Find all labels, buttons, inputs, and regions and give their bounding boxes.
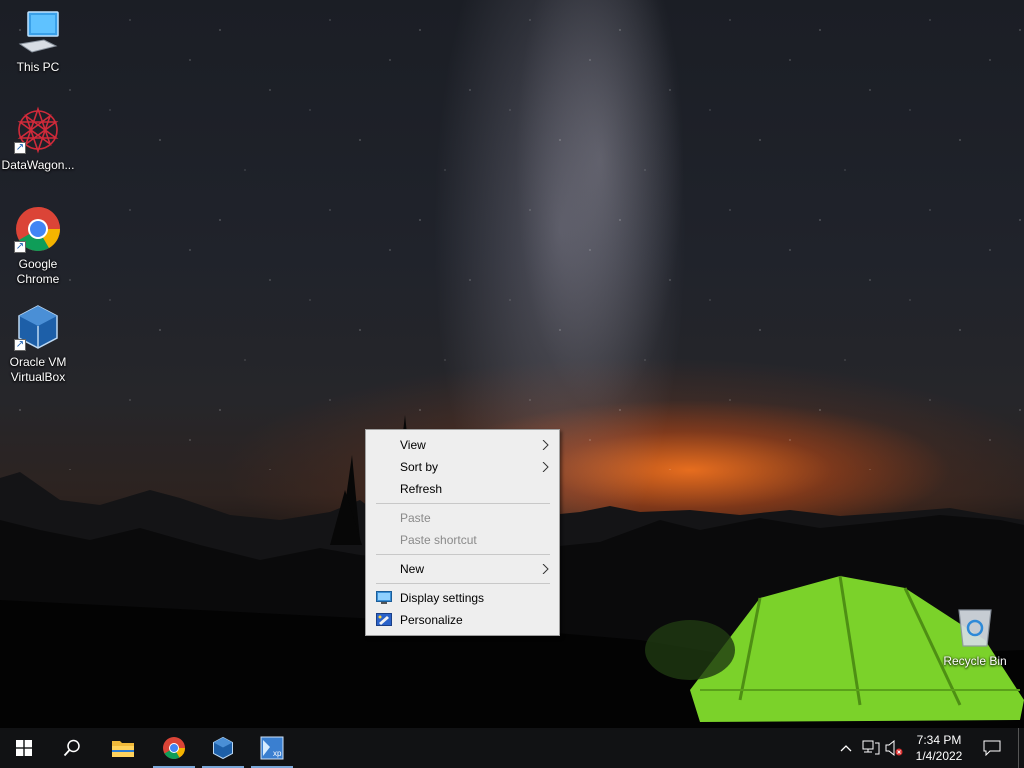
desktop-icon-label: Recycle Bin (943, 654, 1007, 668)
shortcut-arrow-icon: ↗ (14, 142, 26, 154)
virtualbox-icon: ↗ (14, 303, 62, 351)
desktop-icon-oracle-vm-virtualbox[interactable]: ↗ Oracle VM VirtualBox (0, 303, 76, 385)
chrome-icon (163, 737, 185, 759)
desktop-context-menu: View Sort by Refresh Paste Paste shortcu… (365, 429, 560, 636)
taskbar-clock[interactable]: 7:34 PM 1/4/2022 (905, 732, 973, 764)
desktop-icon-label: Google Chrome (16, 257, 60, 286)
xp-vm-icon: xp (260, 736, 284, 760)
show-desktop-button[interactable] (1018, 728, 1024, 768)
menu-separator (376, 583, 550, 584)
recycle-bin-icon (951, 602, 999, 650)
chevron-right-icon (542, 564, 549, 574)
menu-item-label: Display settings (400, 591, 485, 605)
desktop-icon-datawagon[interactable]: ↗ DataWagon... (0, 106, 76, 173)
taskbar-app-google-chrome[interactable] (151, 728, 197, 768)
taskbar-app-file-explorer[interactable] (100, 728, 146, 768)
svg-text:xp: xp (273, 749, 282, 758)
menu-item-label: New (400, 562, 425, 576)
clock-date: 1/4/2022 (915, 749, 963, 763)
chevron-up-icon (840, 745, 852, 752)
chevron-right-icon (542, 462, 549, 472)
taskbar-app-virtualbox[interactable] (200, 728, 246, 768)
menu-separator (376, 503, 550, 504)
menu-item-paste: Paste (366, 507, 559, 529)
display-icon (376, 591, 392, 604)
chevron-right-icon (542, 440, 549, 450)
menu-separator (376, 554, 550, 555)
chrome-icon: ↗ (14, 205, 62, 253)
desktop-icon-this-pc[interactable]: This PC (0, 8, 76, 75)
search-button[interactable] (48, 728, 96, 768)
virtualbox-icon (213, 736, 233, 760)
taskbar-app-xp-vm[interactable]: xp (249, 728, 295, 768)
taskbar: xp 7:34 PM 1/4/2022 (0, 728, 1024, 768)
desktop-icon-google-chrome[interactable]: ↗ Google Chrome (0, 205, 76, 287)
windows-logo-icon (16, 740, 32, 756)
shortcut-arrow-icon: ↗ (14, 339, 26, 351)
personalize-icon (376, 613, 392, 626)
clock-time: 7:34 PM (916, 733, 962, 747)
folder-icon (112, 741, 134, 757)
search-icon (63, 739, 80, 757)
computer-icon (14, 8, 62, 56)
menu-item-label: Sort by (400, 460, 439, 474)
menu-item-label: Personalize (400, 613, 463, 627)
action-center-button[interactable] (975, 728, 1009, 768)
menu-item-view[interactable]: View (366, 434, 559, 456)
desktop-icon-recycle-bin[interactable]: Recycle Bin (937, 602, 1013, 669)
menu-item-refresh[interactable]: Refresh (366, 478, 559, 500)
network-status-button[interactable] (859, 728, 883, 768)
menu-item-label: Paste shortcut (400, 533, 477, 547)
menu-item-label: Refresh (400, 482, 443, 496)
notification-icon (983, 740, 1001, 756)
volume-button[interactable] (883, 728, 905, 768)
shortcut-arrow-icon: ↗ (14, 241, 26, 253)
desktop-icon-label: DataWagon... (1, 158, 75, 172)
menu-item-label: View (400, 438, 426, 452)
menu-item-new[interactable]: New (366, 558, 559, 580)
start-button[interactable] (0, 728, 48, 768)
menu-item-paste-shortcut: Paste shortcut (366, 529, 559, 551)
desktop-icon-label: This PC (16, 60, 60, 74)
menu-item-sort-by[interactable]: Sort by (366, 456, 559, 478)
show-hidden-icons-button[interactable] (836, 728, 856, 768)
menu-item-label: Paste (400, 511, 431, 525)
menu-item-personalize[interactable]: Personalize (366, 609, 559, 631)
network-icon (862, 740, 880, 755)
datawagon-icon: ↗ (14, 106, 62, 154)
volume-muted-icon (885, 740, 903, 756)
menu-item-display-settings[interactable]: Display settings (366, 587, 559, 609)
desktop-icon-label: Oracle VM VirtualBox (9, 355, 67, 384)
